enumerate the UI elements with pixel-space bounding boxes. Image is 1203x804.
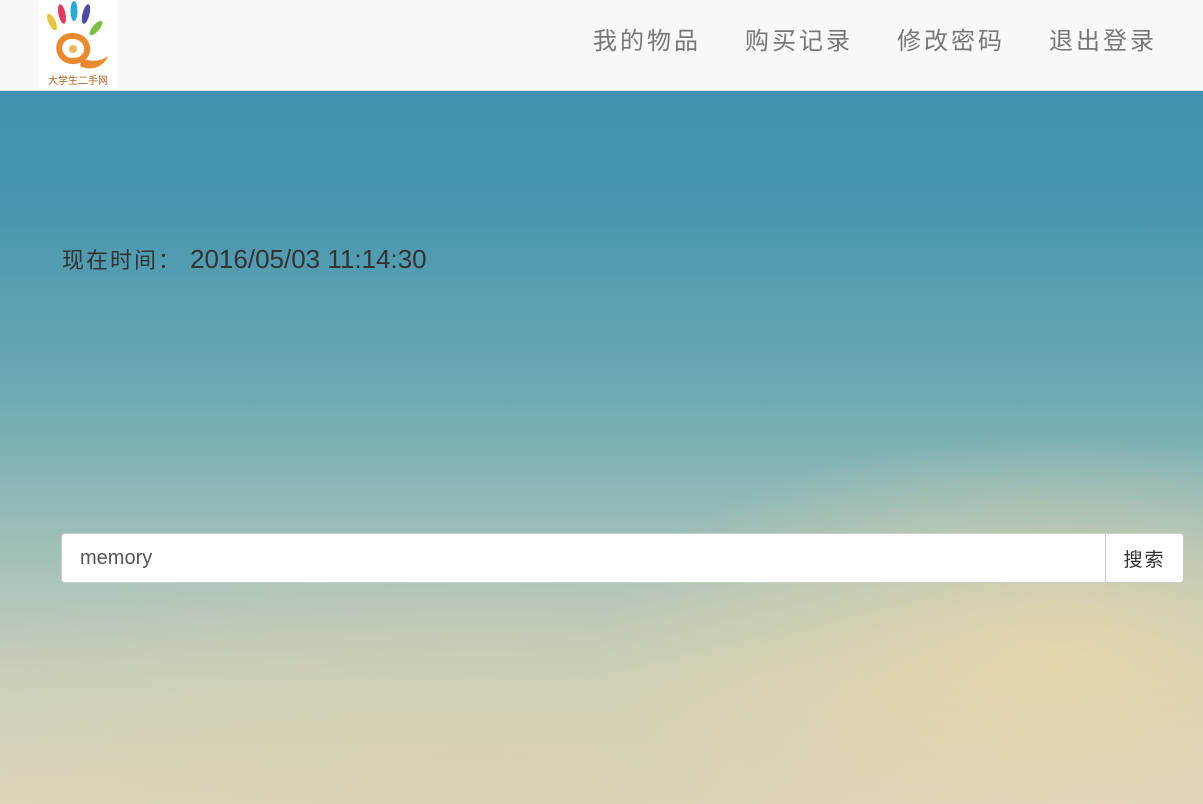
top-navbar: 大学生二手网 我的物品 购买记录 修改密码 退出登录 (0, 0, 1203, 91)
nav-purchase-history[interactable]: 购买记录 (745, 21, 853, 56)
site-logo[interactable]: 大学生二手网 (38, 0, 118, 88)
search-button[interactable]: 搜索 (1105, 533, 1184, 583)
hand-logo-icon: 大学生二手网 (47, 1, 108, 87)
logo-caption: 大学生二手网 (48, 74, 108, 87)
nav-menu: 我的物品 购买记录 修改密码 退出登录 (549, 0, 1157, 76)
nav-logout[interactable]: 退出登录 (1049, 21, 1157, 56)
current-time-value: 2016/05/03 11:14:30 (190, 243, 427, 274)
nav-my-items[interactable]: 我的物品 (593, 21, 701, 56)
search-bar: 搜索 (61, 533, 1184, 583)
search-input[interactable] (61, 533, 1105, 583)
nav-change-password[interactable]: 修改密码 (897, 21, 1005, 56)
current-time: 现在时间： 2016/05/03 11:14:30 (62, 240, 427, 278)
current-time-label: 现在时间： (62, 249, 183, 274)
